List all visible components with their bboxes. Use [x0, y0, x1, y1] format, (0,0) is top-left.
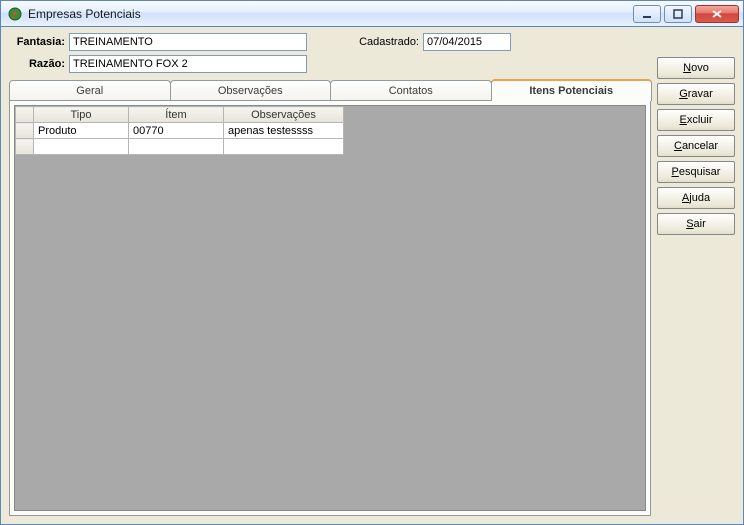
gravar-button[interactable]: Gravar [657, 83, 735, 105]
main-row: Razão: Geral Observações Contatos Itens … [9, 55, 735, 516]
cancelar-button[interactable]: Cancelar [657, 135, 735, 157]
grid-row[interactable] [16, 139, 344, 155]
app-icon [7, 6, 23, 22]
fantasia-label: Fantasia: [9, 36, 69, 48]
pesquisar-button[interactable]: Pesquisar [657, 161, 735, 183]
left-column: Razão: Geral Observações Contatos Itens … [9, 55, 651, 516]
grid-corner [16, 107, 34, 123]
grid-col-observacoes[interactable]: Observações [224, 107, 344, 123]
grid-col-item[interactable]: Ítem [129, 107, 224, 123]
cadastrado-label: Cadastrado: [343, 36, 423, 48]
fantasia-input[interactable] [69, 33, 307, 51]
grid-row-header[interactable] [16, 139, 34, 155]
cadastrado-input[interactable] [423, 33, 511, 51]
tab-strip: Geral Observações Contatos Itens Potenci… [9, 79, 651, 100]
window-title: Empresas Potenciais [28, 7, 633, 21]
grid-row[interactable]: Produto 00770 apenas testessss [16, 123, 344, 139]
tab-itens-potenciais[interactable]: Itens Potenciais [491, 79, 653, 101]
sair-button[interactable]: Sair [657, 213, 735, 235]
client-area: Fantasia: Cadastrado: Razão: Geral Obser… [0, 27, 744, 525]
grid-row-header[interactable] [16, 123, 34, 139]
grid-cell-observacoes[interactable]: apenas testessss [224, 123, 344, 139]
minimize-button[interactable] [633, 5, 661, 23]
items-grid[interactable]: Tipo Ítem Observações Produto 00770 apen… [14, 105, 646, 511]
maximize-button[interactable] [664, 5, 692, 23]
tab-observacoes[interactable]: Observações [170, 80, 332, 100]
title-bar: Empresas Potenciais [0, 0, 744, 27]
grid-cell-item[interactable] [129, 139, 224, 155]
novo-button[interactable]: Novo [657, 57, 735, 79]
grid-cell-tipo[interactable] [34, 139, 129, 155]
tab-geral[interactable]: Geral [9, 80, 171, 100]
grid-cell-item[interactable]: 00770 [129, 123, 224, 139]
close-button[interactable] [695, 5, 739, 23]
window-controls [633, 5, 739, 23]
razao-input[interactable] [69, 55, 307, 73]
tab-contatos[interactable]: Contatos [330, 80, 492, 100]
excluir-button[interactable]: Excluir [657, 109, 735, 131]
header-row-2: Razão: [9, 55, 651, 73]
grid-cell-tipo[interactable]: Produto [34, 123, 129, 139]
action-buttons: Novo Gravar Excluir Cancelar Pesquisar A… [657, 55, 735, 516]
grid-cell-observacoes[interactable] [224, 139, 344, 155]
header-row-1: Fantasia: Cadastrado: [9, 33, 735, 51]
tab-pane-itens-potenciais: Tipo Ítem Observações Produto 00770 apen… [9, 100, 651, 516]
grid-col-tipo[interactable]: Tipo [34, 107, 129, 123]
razao-label: Razão: [9, 58, 69, 70]
ajuda-button[interactable]: Ajuda [657, 187, 735, 209]
